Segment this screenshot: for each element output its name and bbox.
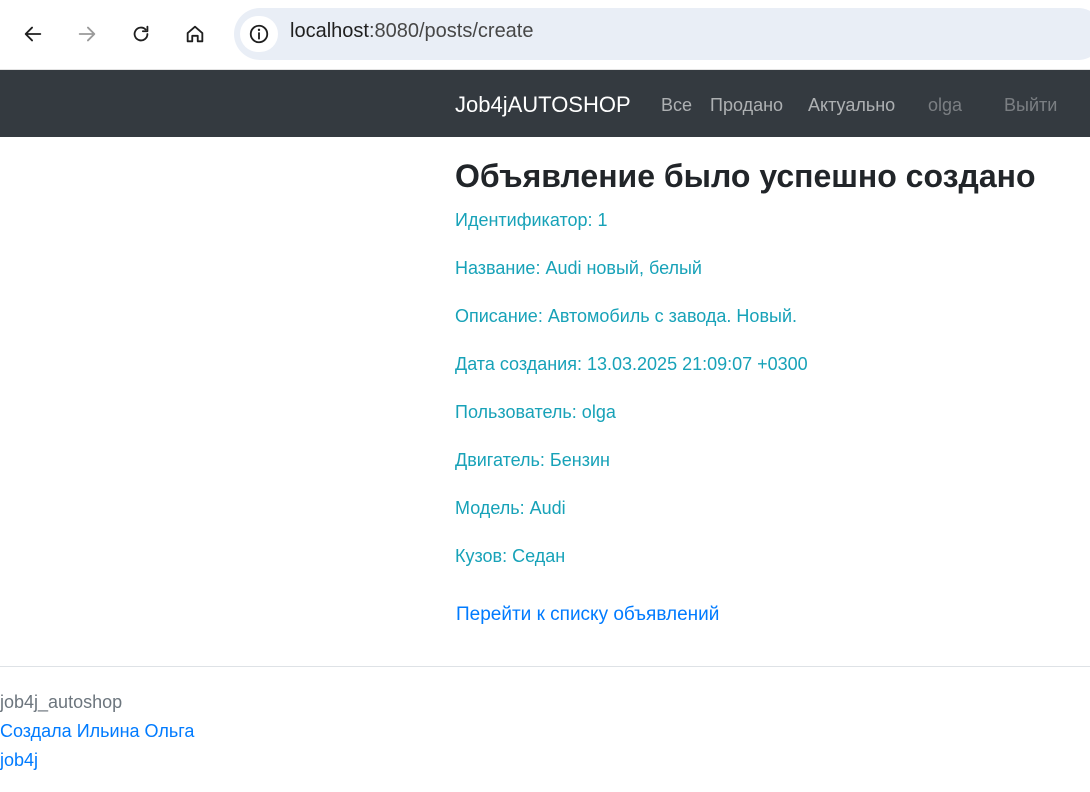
back-button[interactable] [15,16,51,52]
footer-author-link[interactable]: Создала Ильина Ольга [0,721,194,742]
nav-link-sold[interactable]: Продано [710,95,783,116]
url-path: :8080/posts/create [368,20,534,42]
page-title: Объявление было успешно создано [455,158,1036,194]
home-button[interactable] [177,16,213,52]
arrow-right-icon [78,26,96,42]
detail-model: Модель: Audi [455,498,566,518]
detail-engine: Двигатель: Бензин [455,450,610,470]
url-host: localhost [290,20,369,42]
detail-name: Название: Audi новый, белый [455,258,702,278]
arrow-left-icon [24,26,42,42]
nav-link-all[interactable]: Все [661,95,692,116]
reload-button[interactable] [123,16,159,52]
current-user: olga [928,95,963,115]
footer-school-link[interactable]: job4j [0,750,38,771]
info-icon [249,24,269,44]
footer-project-name: job4j_autoshop [0,692,123,712]
site-info-button[interactable] [240,16,278,52]
detail-description: Описание: Автомобиль с завода. Новый. [455,306,797,326]
url-text[interactable]: localhost:8080/posts/create [290,20,534,43]
home-icon [186,25,204,43]
back-to-list-link[interactable]: Перейти к списку объявлений [456,604,719,626]
brand-link[interactable]: Job4jAUTOSHOP [455,92,631,118]
nav-link-actual[interactable]: Актуально [808,95,895,116]
footer-divider [0,666,1090,667]
detail-body: Кузов: Седан [455,546,566,566]
forward-button[interactable] [69,16,105,52]
logout-link[interactable]: Выйти [1004,95,1057,116]
reload-icon [133,25,149,42]
detail-created: Дата создания: 13.03.2025 21:09:07 +0300 [455,354,808,374]
detail-user: Пользователь: olga [455,402,616,422]
detail-id: Идентификатор: 1 [455,210,608,230]
